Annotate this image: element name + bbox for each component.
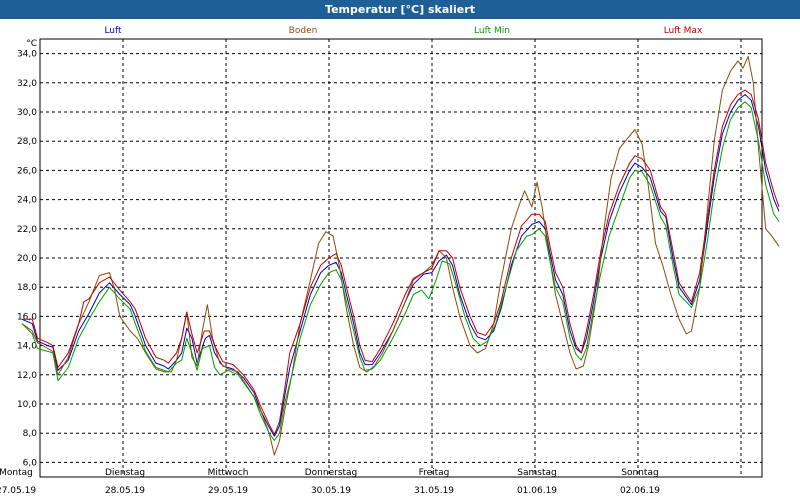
x-weekday-label: Dienstag [105,468,145,478]
x-date-label: 31.05.19 [414,486,454,496]
x-date-label: 29.05.19 [208,486,248,496]
legend-entry: Luft [104,26,122,36]
x-weekday-label: Donnerstag [305,468,358,478]
title-bar: Temperatur [°C] skaliert [0,0,800,19]
x-date-label: 27.05.19 [0,486,36,496]
y-tick-label: 28,0 [17,137,37,147]
legend-entry: Luft Max [664,26,703,36]
y-tick-label: 24,0 [17,196,37,206]
y-tick-label: 14,0 [17,342,37,352]
x-weekday-label: Mittwoch [208,468,249,478]
y-tick-label: 12,0 [17,371,37,381]
y-tick-label: 8,0 [23,429,38,439]
y-tick-label: 34,0 [17,50,37,60]
x-date-label: 02.06.19 [620,486,660,496]
y-tick-label: 22,0 [17,225,37,235]
x-date-label: 30.05.19 [311,486,351,496]
x-weekday-label: Samstag [517,468,556,478]
y-tick-label: 30,0 [17,108,37,118]
y-tick-label: 26,0 [17,166,37,176]
y-tick-label: 6,0 [23,458,38,468]
y-unit-label: °C [26,39,37,49]
y-tick-label: 32,0 [17,79,37,89]
x-weekday-label: Sonntag [621,468,658,478]
y-tick-label: 18,0 [17,283,37,293]
chart-title: Temperatur [°C] skaliert [325,3,475,16]
y-tick-label: 10,0 [17,400,37,410]
x-weekday-label: Freitag [419,468,450,478]
y-tick-label: 20,0 [17,254,37,264]
x-date-label: 01.06.19 [517,486,557,496]
legend-entry: Boden [289,26,318,36]
chart: Luft Boden Luft Min Luft Max 6,0 8,0 10,0 12,0… [0,26,780,496]
legend: Luft Boden Luft Min Luft Max [104,26,703,36]
y-tick-label: 16,0 [17,312,37,322]
x-date-label: 28.05.19 [105,486,145,496]
legend-entry: Luft Min [474,26,510,36]
y-axis: 6,0 8,0 10,0 12,0 14,0 16,0 18,0 20,0 22,0 24,0 26… [17,39,37,468]
x-weekday-label: Montag [0,468,33,478]
